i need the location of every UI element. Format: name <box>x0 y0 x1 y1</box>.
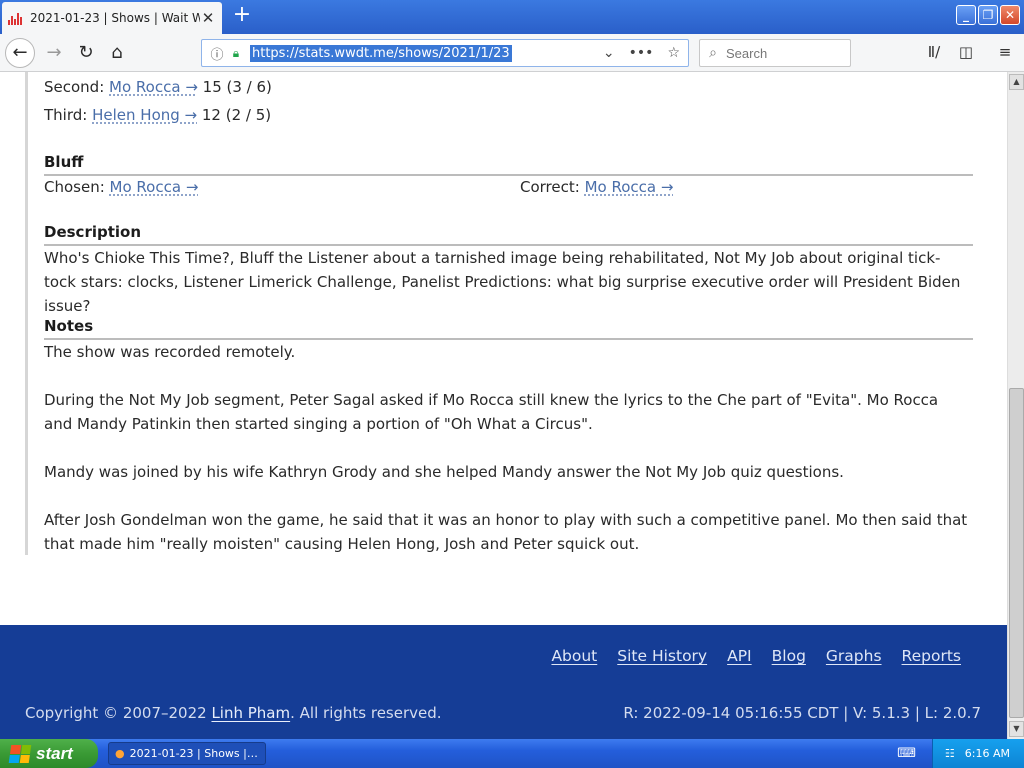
search-icon: ⌕ <box>709 45 717 61</box>
lock-icon[interactable]: 🔒︎ <box>228 46 244 61</box>
scroll-up-arrow-icon[interactable]: ▲ <box>1009 74 1024 90</box>
taskbar-item-firefox[interactable]: ● 2021-01-23 | Shows |… <box>108 742 266 765</box>
site-footer: About Site History API Blog Graphs Repor… <box>0 625 1007 739</box>
taskbar-item-label: 2021-01-23 | Shows |… <box>129 747 258 760</box>
chevron-down-icon[interactable]: ⌄ <box>603 45 615 61</box>
windows-taskbar: start ● 2021-01-23 | Shows |… ⌨ ☷ 6:16 A… <box>0 739 1024 768</box>
version-info: R: 2022-09-14 05:16:55 CDT | V: 5.1.3 | … <box>623 704 981 722</box>
page-info-icon[interactable]: ⓘ <box>206 44 228 63</box>
keyboard-icon[interactable]: ⌨ <box>897 746 916 761</box>
window-controls: _ ❐ ✕ <box>956 5 1020 25</box>
notes-heading: Notes <box>44 317 94 335</box>
panelist-link-mo-rocca[interactable]: Mo Rocca → <box>109 78 198 96</box>
page-actions-icon[interactable]: ••• <box>629 45 654 61</box>
reload-button[interactable]: ↻ <box>72 39 100 67</box>
footer-link-blog[interactable]: Blog <box>772 647 806 665</box>
back-button[interactable]: ← <box>5 38 35 68</box>
library-icon[interactable]: Ⅱ∕ <box>923 43 945 63</box>
firefox-icon: ● <box>115 747 125 760</box>
home-button[interactable]: ⌂ <box>103 39 131 67</box>
copyright-prefix: Copyright © 2007–2022 <box>25 704 212 722</box>
footer-link-site-history[interactable]: Site History <box>617 647 707 665</box>
vertical-scrollbar[interactable]: ▲ ▼ <box>1007 72 1024 739</box>
footer-link-reports[interactable]: Reports <box>902 647 961 665</box>
site-favicon-icon <box>8 11 24 25</box>
description-text: Who's Chioke This Time?, Bluff the Liste… <box>44 249 961 315</box>
scroll-down-arrow-icon[interactable]: ▼ <box>1009 721 1024 737</box>
notes-paragraph: Mandy was joined by his wife Kathryn Gro… <box>44 463 844 481</box>
bluff-chosen-label: Chosen: <box>44 178 105 196</box>
notes-paragraph: The show was recorded remotely. <box>44 343 296 361</box>
browser-tab-active[interactable]: 2021-01-23 | Shows | Wait Wait D ✕ <box>2 2 222 34</box>
copyright-notice: Copyright © 2007–2022 Linh Pham. All rig… <box>25 704 442 722</box>
start-label: start <box>36 743 73 763</box>
url-text[interactable]: https://stats.wwdt.me/shows/2021/1/23 <box>250 44 512 62</box>
footer-link-api[interactable]: API <box>727 647 752 665</box>
restore-button[interactable]: ❐ <box>978 5 998 25</box>
author-link[interactable]: Linh Pham <box>211 704 290 722</box>
score-value: 15 (3 / 6) <box>197 78 272 96</box>
panelist-link-helen-hong[interactable]: Helen Hong → <box>92 106 197 124</box>
network-icon[interactable]: ☷ <box>945 747 955 760</box>
footer-link-about[interactable]: About <box>551 647 597 665</box>
score-place-label: Second: <box>44 78 105 96</box>
search-placeholder: Search <box>726 45 768 61</box>
bluff-correct-label: Correct: <box>520 178 580 196</box>
bluff-chosen: Chosen: Mo Rocca → <box>44 178 198 196</box>
scrollbar-thumb[interactable] <box>1009 388 1024 718</box>
score-place-label: Third: <box>44 106 88 124</box>
new-tab-button[interactable]: + <box>230 4 254 28</box>
section-divider <box>44 174 973 176</box>
minimize-button[interactable]: _ <box>956 5 976 25</box>
address-bar[interactable]: ⓘ 🔒︎ https://stats.wwdt.me/shows/2021/1/… <box>201 39 689 67</box>
system-tray: ☷ 6:16 AM <box>932 739 1024 768</box>
copyright-suffix: . All rights reserved. <box>290 704 442 722</box>
bookmark-star-icon[interactable]: ☆ <box>667 45 680 61</box>
windows-logo-icon <box>8 744 32 763</box>
close-window-button[interactable]: ✕ <box>1000 5 1020 25</box>
forward-button[interactable]: → <box>40 39 68 67</box>
clock[interactable]: 6:16 AM <box>965 747 1010 760</box>
footer-nav: About Site History API Blog Graphs Repor… <box>551 647 961 665</box>
browser-tab-strip: 2021-01-23 | Shows | Wait Wait D ✕ + _ ❐… <box>0 0 1024 34</box>
bluff-correct-link[interactable]: Mo Rocca → <box>585 178 674 196</box>
score-value: 12 (2 / 5) <box>197 106 272 124</box>
menu-icon[interactable]: ≡ <box>994 43 1016 63</box>
notes-paragraph: After Josh Gondelman won the game, he sa… <box>44 511 968 553</box>
search-input[interactable]: ⌕ Search <box>699 39 851 67</box>
bluff-correct: Correct: Mo Rocca → <box>520 178 673 196</box>
bluff-chosen-link[interactable]: Mo Rocca → <box>110 178 199 196</box>
navigation-toolbar: ← → ↻ ⌂ ⓘ 🔒︎ https://stats.wwdt.me/shows… <box>0 34 1024 72</box>
tab-close-icon[interactable]: ✕ <box>200 9 216 27</box>
notes-paragraph: During the Not My Job segment, Peter Sag… <box>44 391 939 433</box>
tab-title: 2021-01-23 | Shows | Wait Wait D <box>30 11 200 25</box>
page-viewport: Second: Mo Rocca → 15 (3 / 6) Third: Hel… <box>0 72 1007 625</box>
show-details-card: Second: Mo Rocca → 15 (3 / 6) Third: Hel… <box>25 72 975 555</box>
sidebar-icon[interactable]: ◫ <box>955 43 977 63</box>
footer-link-graphs[interactable]: Graphs <box>826 647 882 665</box>
score-second-row: Second: Mo Rocca → 15 (3 / 6) <box>44 78 272 96</box>
bluff-heading: Bluff <box>44 153 84 171</box>
description-heading: Description <box>44 223 142 241</box>
start-button[interactable]: start <box>0 739 98 768</box>
score-third-row: Third: Helen Hong → 12 (2 / 5) <box>44 106 271 124</box>
